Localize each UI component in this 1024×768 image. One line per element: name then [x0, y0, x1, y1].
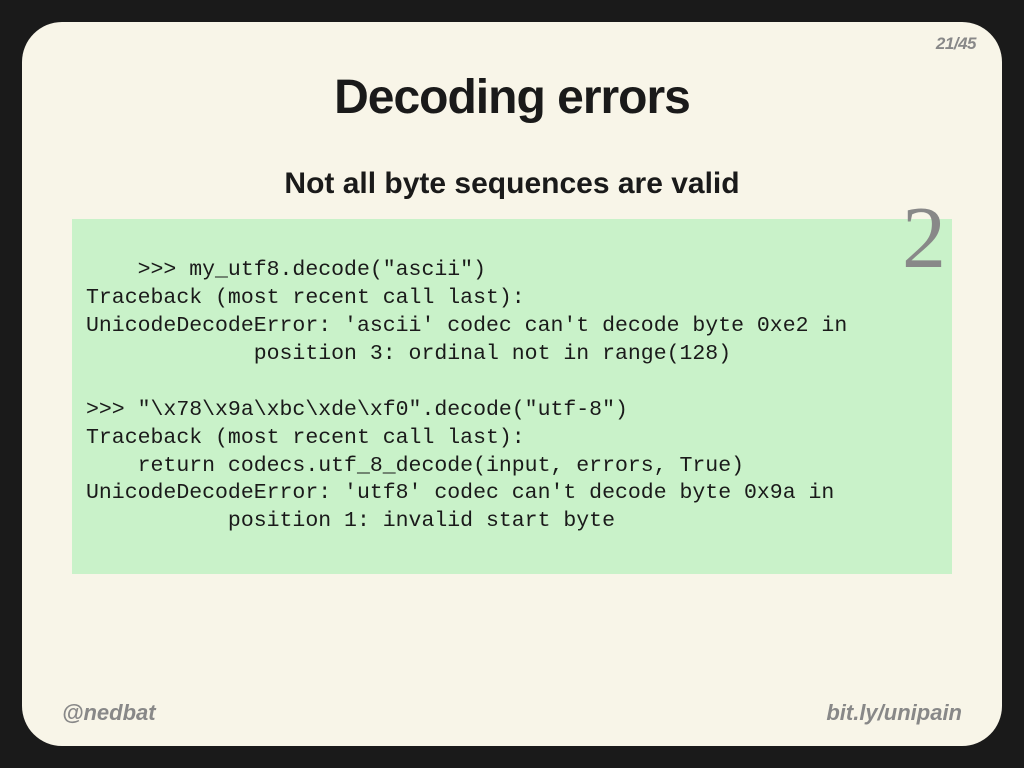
page-current: 21: [936, 34, 954, 53]
code-content: >>> my_utf8.decode("ascii") Traceback (m…: [86, 258, 847, 533]
page-total: 45: [958, 34, 976, 53]
footer-link: bit.ly/unipain: [826, 700, 962, 726]
footer-author: @nedbat: [62, 700, 156, 726]
annotation-number: 2: [902, 195, 946, 283]
slide: 21/45 Decoding errors Not all byte seque…: [22, 22, 1002, 746]
slide-subtitle: Not all byte sequences are valid: [72, 167, 952, 201]
slide-title: Decoding errors: [72, 70, 952, 125]
code-block: 2>>> my_utf8.decode("ascii") Traceback (…: [72, 219, 952, 574]
page-counter: 21/45: [936, 34, 976, 54]
